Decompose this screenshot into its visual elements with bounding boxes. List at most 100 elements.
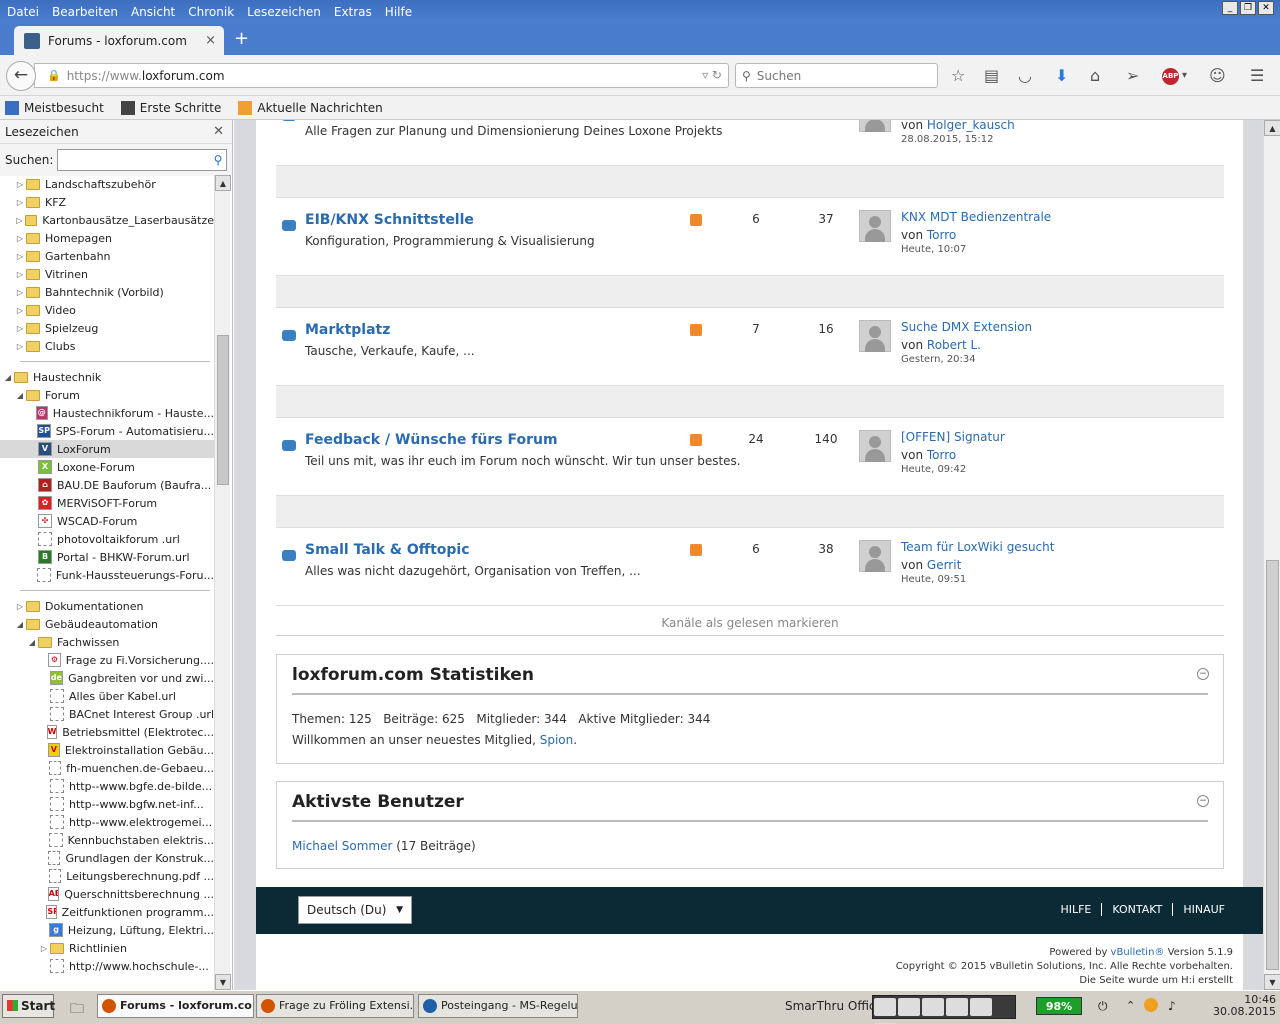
hamburger-menu-icon[interactable]: ☰ bbox=[1250, 67, 1264, 85]
home-icon[interactable]: ⌂ bbox=[1090, 67, 1100, 85]
twisty-closed-icon[interactable]: ▷ bbox=[14, 216, 25, 225]
forum-title-link[interactable]: EIB/KNX Schnittstelle bbox=[305, 212, 474, 228]
user-link[interactable]: Gerrit bbox=[927, 558, 961, 572]
sidebar-search-input[interactable]: ⚲ bbox=[57, 149, 228, 171]
footer-link-hilfe[interactable]: HILFE bbox=[1050, 903, 1101, 916]
twisty-closed-icon[interactable]: ▷ bbox=[14, 306, 26, 315]
bookmark-item[interactable]: ABB Querschnittsberechnung ... bbox=[0, 885, 214, 903]
bookmark-item[interactable]: http--www.bgfw.net-inf... bbox=[0, 795, 214, 813]
bookmark-item[interactable]: Grundlagen der Konstruk... bbox=[0, 849, 214, 867]
twisty-closed-icon[interactable]: ▷ bbox=[14, 234, 26, 243]
bookmark-item[interactable]: Kennbuchstaben elektris... bbox=[0, 831, 214, 849]
rss-icon[interactable] bbox=[690, 324, 702, 336]
bookmark-item[interactable]: W Betriebsmittel (Elektrotec... bbox=[0, 723, 214, 741]
taskbar-button[interactable]: Frage zu Fröling Extensi... bbox=[256, 994, 414, 1018]
taskbar-button[interactable]: Forums - loxforum.co... bbox=[97, 994, 254, 1018]
last-post-link[interactable]: [OFFEN] Signatur bbox=[901, 430, 1005, 444]
close-window-button[interactable]: ✕ bbox=[1258, 1, 1274, 15]
twisty-closed-icon[interactable]: ▷ bbox=[14, 180, 26, 189]
last-post-link[interactable]: Team für LoxWiki gesucht bbox=[901, 540, 1054, 554]
start-button[interactable]: Start bbox=[2, 994, 55, 1018]
scroll-up-arrow-icon[interactable]: ▲ bbox=[215, 175, 231, 191]
menu-chronik[interactable]: Chronik bbox=[188, 5, 234, 19]
bookmark-folder[interactable]: ▷ Homepagen bbox=[0, 229, 214, 247]
reload-icon[interactable]: ▿ ↻ bbox=[702, 68, 722, 82]
bookmark-folder[interactable]: ▷ Clubs bbox=[0, 337, 214, 355]
menu-hilfe[interactable]: Hilfe bbox=[385, 5, 412, 19]
new-tab-button[interactable]: + bbox=[234, 30, 249, 48]
tray-expand-icon[interactable]: ⌃ bbox=[1126, 999, 1135, 1012]
bookmark-item[interactable]: http--www.elektrogemei... bbox=[0, 813, 214, 831]
user-link[interactable]: Torro bbox=[927, 448, 956, 462]
tab-forums[interactable]: Forums - loxforum.com × bbox=[14, 26, 224, 55]
bookmark-item[interactable]: Alles über Kabel.url bbox=[0, 687, 214, 705]
last-post-link[interactable]: KNX MDT Bedienzentrale bbox=[901, 210, 1051, 224]
scroll-up-arrow-icon[interactable]: ▲ bbox=[1264, 120, 1280, 136]
tray-app-icon[interactable] bbox=[1144, 998, 1158, 1012]
bookmark-folder[interactable]: ▷ Spielzeug bbox=[0, 319, 214, 337]
bookmark-item[interactable]: V LoxForum bbox=[0, 440, 214, 458]
vbulletin-link[interactable]: vBulletin® bbox=[1111, 947, 1165, 958]
twisty-closed-icon[interactable]: ▷ bbox=[14, 324, 26, 333]
bookmark-aktuelle-nachrichten[interactable]: Aktuelle Nachrichten bbox=[233, 100, 383, 115]
active-user-link[interactable]: Michael Sommer bbox=[292, 839, 392, 853]
folder-icon[interactable]: 🗀 bbox=[70, 998, 84, 1022]
twisty-closed-icon[interactable]: ▷ bbox=[38, 944, 50, 953]
menu-datei[interactable]: Datei bbox=[7, 5, 39, 19]
bookmark-folder[interactable]: ▷ Gartenbahn bbox=[0, 247, 214, 265]
bookmark-folder[interactable]: ◢ Fachwissen bbox=[0, 633, 214, 651]
bookmark-folder[interactable]: ▷ Dokumentationen bbox=[0, 597, 214, 615]
user-link[interactable]: Torro bbox=[927, 228, 956, 242]
pocket-icon[interactable]: ◡ bbox=[1018, 67, 1032, 85]
twisty-open-icon[interactable]: ◢ bbox=[2, 373, 14, 382]
collapse-icon[interactable]: − bbox=[1197, 668, 1209, 680]
page-scrollbar[interactable]: ▲ ▼ bbox=[1263, 120, 1280, 990]
sidebar-scroll-thumb[interactable] bbox=[217, 335, 229, 485]
bookmark-item[interactable]: BACnet Interest Group .url bbox=[0, 705, 214, 723]
reading-list-icon[interactable]: ▤ bbox=[984, 67, 999, 85]
scroll-down-arrow-icon[interactable]: ▼ bbox=[215, 974, 231, 990]
bookmark-erste-schritte[interactable]: Erste Schritte bbox=[116, 100, 221, 115]
bookmark-item[interactable]: B Portal - BHKW-Forum.url bbox=[0, 548, 214, 566]
adblock-icon[interactable]: ABP bbox=[1162, 68, 1179, 85]
send-icon[interactable]: ➢ bbox=[1126, 67, 1139, 85]
forum-title-link[interactable]: Feedback / Wünsche fürs Forum bbox=[305, 432, 558, 448]
bookmark-folder[interactable]: ◢ Gebäudeautomation bbox=[0, 615, 214, 633]
forum-title-link[interactable]: Small Talk & Offtopic bbox=[305, 542, 470, 558]
back-button[interactable]: ← bbox=[6, 61, 36, 91]
bookmark-item[interactable]: ✣ WSCAD-Forum bbox=[0, 512, 214, 530]
bookmark-folder[interactable]: ▷ Landschaftszubehör bbox=[0, 175, 214, 193]
bookmark-meistbesucht[interactable]: Meistbesucht bbox=[0, 100, 104, 115]
twisty-closed-icon[interactable]: ▷ bbox=[14, 342, 26, 351]
minimize-button[interactable]: _ bbox=[1222, 1, 1238, 15]
taskbar-button[interactable]: Posteingang - MS-Regelu... bbox=[418, 994, 578, 1018]
twisty-open-icon[interactable]: ◢ bbox=[26, 638, 38, 647]
bookmark-item[interactable]: ✿ MERViSOFT-Forum bbox=[0, 494, 214, 512]
twisty-closed-icon[interactable]: ▷ bbox=[14, 252, 26, 261]
sidebar-scrollbar[interactable]: ▲ ▼ bbox=[214, 175, 231, 990]
bookmark-item[interactable]: photovoltaikforum .url bbox=[0, 530, 214, 548]
footer-link-kontakt[interactable]: KONTAKT bbox=[1101, 903, 1172, 916]
restore-button[interactable]: ❐ bbox=[1240, 1, 1256, 15]
avatar[interactable] bbox=[859, 430, 891, 462]
mark-channels-read-link[interactable]: Kanäle als gelesen markieren bbox=[276, 610, 1224, 636]
twisty-closed-icon[interactable]: ▷ bbox=[14, 270, 26, 279]
bookmark-item[interactable]: ⌂ BAU.DE Bauforum (Baufra... bbox=[0, 476, 214, 494]
bookmark-item[interactable]: http--www.bgfe.de-bilde... bbox=[0, 777, 214, 795]
last-post-link[interactable]: Suche DMX Extension bbox=[901, 320, 1032, 334]
bookmark-folder[interactable]: ◢ Haustechnik bbox=[0, 368, 214, 386]
twisty-closed-icon[interactable]: ▷ bbox=[14, 198, 26, 207]
bookmark-item[interactable]: X Loxone-Forum bbox=[0, 458, 214, 476]
twisty-open-icon[interactable]: ◢ bbox=[14, 391, 26, 400]
bookmark-item[interactable]: de Gangbreiten vor und zwi... bbox=[0, 669, 214, 687]
language-select[interactable]: ▼ Deutsch (Du) bbox=[298, 896, 412, 924]
avatar[interactable] bbox=[859, 320, 891, 352]
collapse-icon[interactable]: − bbox=[1197, 795, 1209, 807]
footer-link-hinauf[interactable]: HINAUF bbox=[1172, 903, 1235, 916]
avatar[interactable] bbox=[859, 540, 891, 572]
tray-app-icons[interactable] bbox=[872, 995, 1016, 1024]
bookmark-item[interactable]: Leitungsberechnung.pdf ... bbox=[0, 867, 214, 885]
tab-close-icon[interactable]: × bbox=[205, 33, 216, 48]
menu-bearbeiten[interactable]: Bearbeiten bbox=[52, 5, 118, 19]
plug-icon[interactable]: ⏻ bbox=[1098, 999, 1108, 1014]
